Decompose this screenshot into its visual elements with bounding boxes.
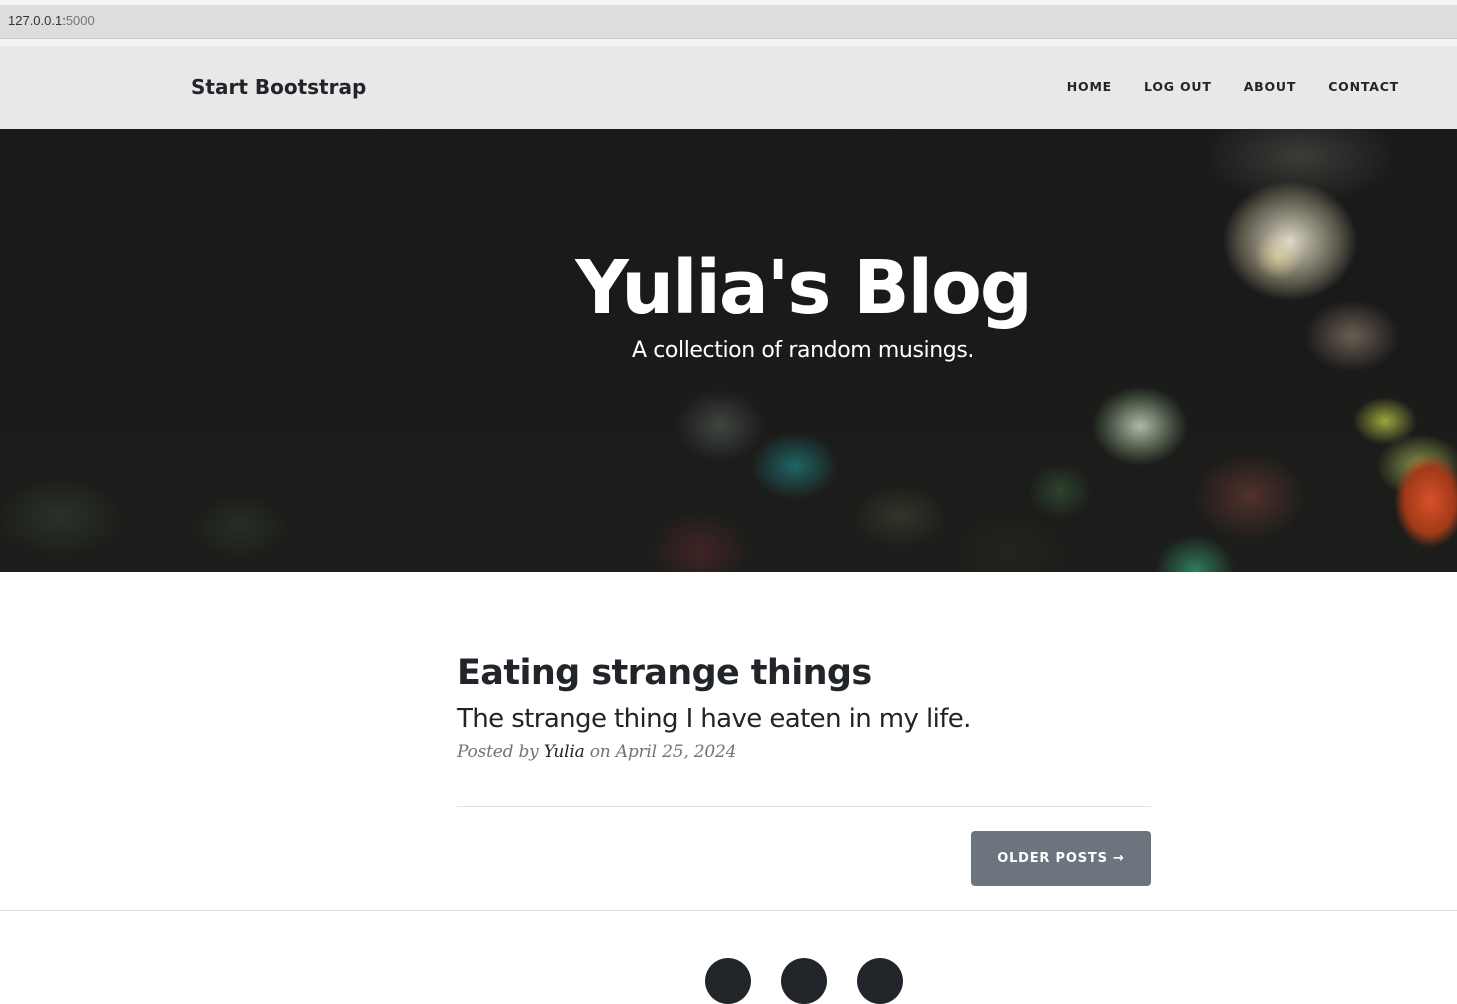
post-date-prefix: on	[589, 742, 611, 762]
post-author-link[interactable]: Yulia	[544, 742, 585, 762]
site-title: Yulia's Blog	[575, 245, 1033, 331]
url-port: 5000	[65, 13, 95, 28]
post-preview: Eating strange things The strange thing …	[457, 650, 1151, 762]
site-subtitle: A collection of random musings.	[631, 338, 975, 363]
nav-about-link[interactable]: ABOUT	[1244, 79, 1297, 94]
address-bar[interactable]: 127.0.0.1:5000	[0, 5, 1457, 39]
nav-links: HOME LOG OUT ABOUT CONTACT	[1067, 79, 1399, 94]
post-meta-prefix: Posted by	[457, 742, 539, 762]
nav-logout-link[interactable]: LOG OUT	[1144, 79, 1212, 94]
main-navbar: Start Bootstrap HOME LOG OUT ABOUT CONTA…	[0, 46, 1457, 129]
site-heading: Yulia's Blog A collection of random musi…	[0, 242, 1457, 366]
social-icon-3[interactable]	[857, 958, 903, 1004]
post-date: April 25, 2024	[615, 742, 737, 762]
post-divider	[457, 806, 1151, 807]
social-icon-1[interactable]	[705, 958, 751, 1004]
navbar-brand[interactable]: Start Bootstrap	[191, 75, 366, 99]
url-host: 127.0.0.1:	[8, 13, 66, 28]
older-posts-button[interactable]: OLDER POSTS →	[971, 831, 1151, 886]
address-url[interactable]: 127.0.0.1:5000	[8, 13, 95, 28]
footer-divider	[0, 910, 1457, 911]
post-subtitle[interactable]: The strange thing I have eaten in my lif…	[457, 700, 1151, 738]
post-title-link[interactable]: Eating strange things	[457, 650, 1151, 696]
nav-home-link[interactable]: HOME	[1067, 79, 1112, 94]
post-meta: Posted by Yulia on April 25, 2024	[457, 742, 1151, 762]
nav-contact-link[interactable]: CONTACT	[1328, 79, 1399, 94]
social-icon-2[interactable]	[781, 958, 827, 1004]
browser-chrome: 127.0.0.1:5000	[0, 0, 1457, 46]
